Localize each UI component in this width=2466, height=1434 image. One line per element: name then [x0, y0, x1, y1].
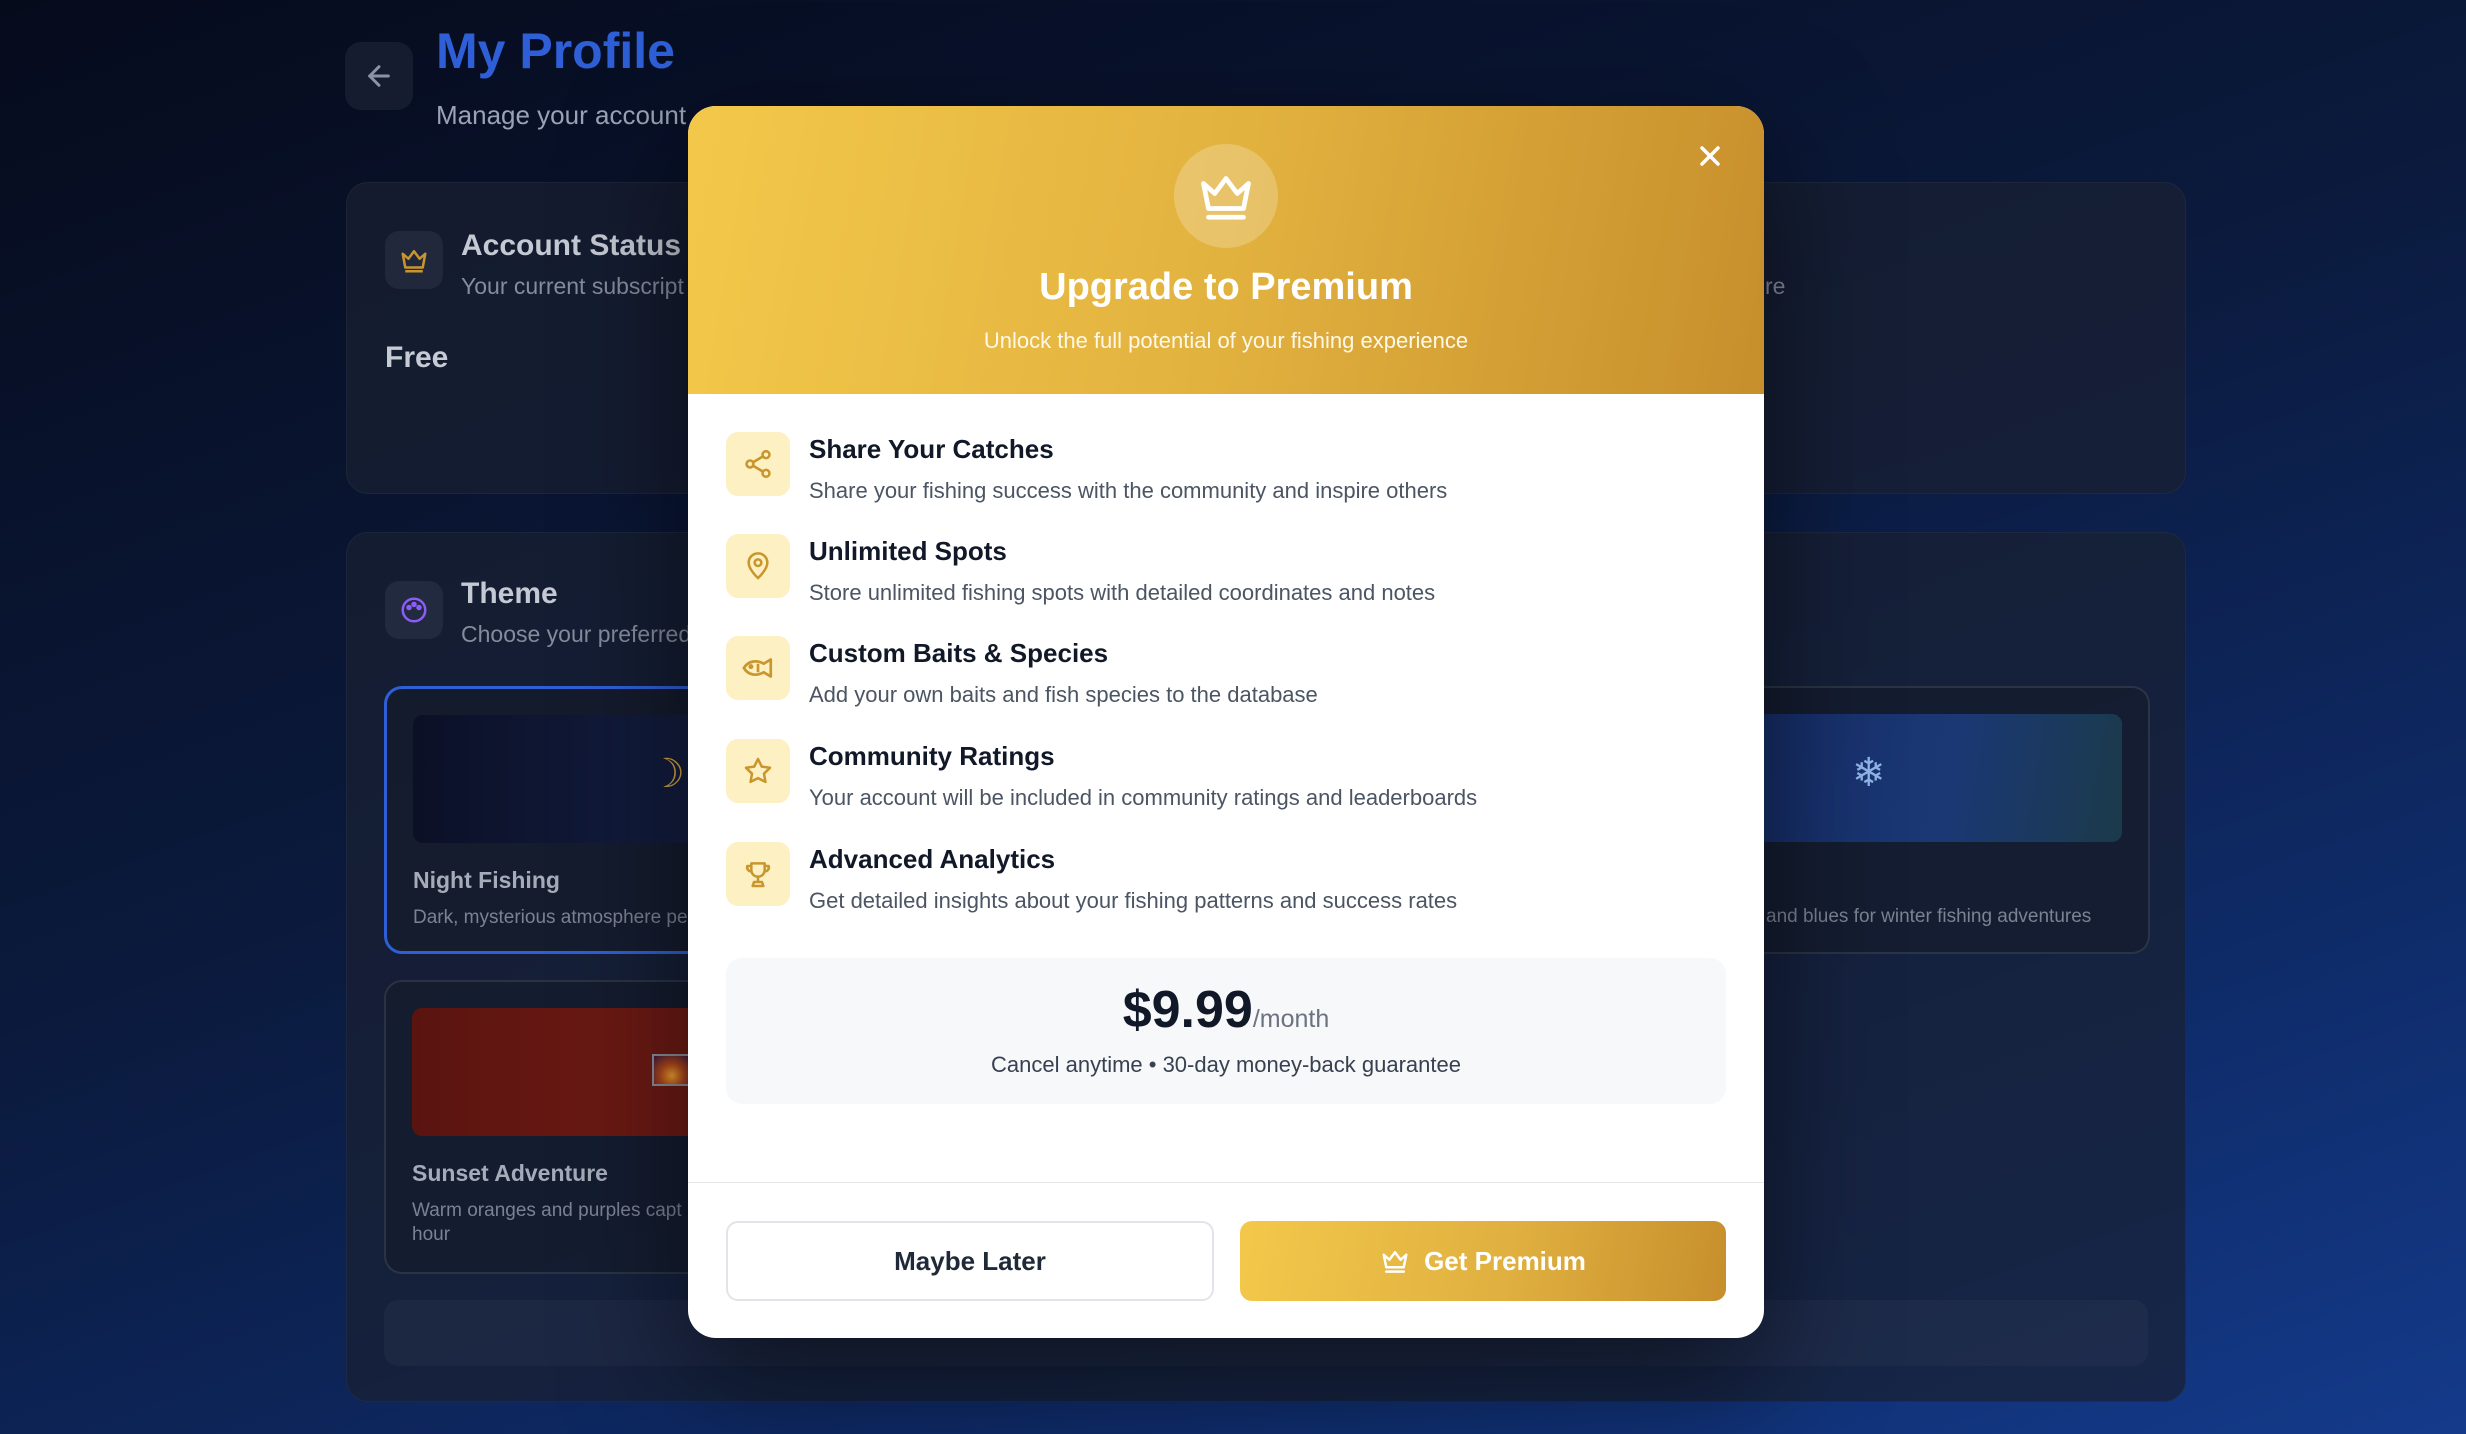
theme-desc-sunset-line2: hour [412, 1224, 451, 1245]
share-icon [745, 449, 771, 479]
page-title: My Profile [436, 23, 675, 79]
crown-badge [1174, 144, 1278, 248]
map-pin-icon [747, 552, 769, 580]
price-note: Cancel anytime • 30-day money-back guara… [991, 1052, 1461, 1077]
feature-icon-box [726, 534, 790, 598]
snowflake-icon: ❄ [1852, 751, 1886, 795]
feature-title: Community Ratings [809, 741, 1055, 771]
star-icon [744, 757, 772, 784]
account-status-title: Account Status [461, 229, 682, 262]
price-period: /month [1252, 1005, 1330, 1033]
page-subtitle: Manage your account [436, 100, 687, 130]
plan-label: Free [385, 341, 449, 374]
feature-desc: Get detailed insights about your fishing… [809, 888, 1458, 913]
crown-icon [1382, 1251, 1408, 1273]
theme-desc-sunset-line1: Warm oranges and purples capt [412, 1200, 682, 1221]
feature-unlimited-spots: Unlimited Spots Store unlimited fishing … [726, 534, 1726, 624]
feature-advanced-analytics: Advanced Analytics Get detailed insights… [726, 842, 1726, 932]
feature-desc: Your account will be included in communi… [809, 785, 1478, 810]
theme-desc-winter: and blues for winter fishing adventures [1766, 906, 2092, 927]
get-premium-label: Get Premium [1424, 1245, 1586, 1276]
theme-name-sunset: Sunset Adventure [412, 1160, 608, 1186]
feature-title: Custom Baits & Species [809, 638, 1109, 668]
feature-icon-box [726, 842, 790, 906]
crown-icon [401, 250, 427, 273]
feature-icon-box [726, 739, 790, 803]
crown-icon [1201, 176, 1251, 220]
feature-icon-box [726, 432, 790, 496]
right-column-subtitle: re [1765, 273, 1786, 299]
feature-icon-box [726, 636, 790, 700]
modal-subtitle: Unlock the full potential of your fishin… [983, 328, 1469, 353]
theme-icon-box [385, 581, 443, 639]
sunset-icon [652, 1054, 692, 1086]
feature-share-catches: Share Your Catches Share your fishing su… [726, 432, 1726, 522]
account-status-subtitle: Your current subscript [461, 273, 684, 299]
price-box: $9.99/month Cancel anytime • 30-day mone… [726, 958, 1726, 1104]
close-icon [1700, 146, 1720, 166]
price-amount: $9.99 [1122, 981, 1253, 1039]
trophy-icon [745, 862, 771, 888]
feature-desc: Add your own baits and fish species to t… [809, 682, 1318, 707]
fish-icon [742, 658, 773, 678]
theme-title: Theme [461, 577, 558, 610]
maybe-later-button[interactable]: Maybe Later [726, 1221, 1214, 1301]
theme-name-night: Night Fishing [413, 867, 560, 893]
feature-desc: Store unlimited fishing spots with detai… [809, 580, 1436, 605]
account-icon-box [385, 231, 443, 289]
footer-divider [688, 1182, 1764, 1183]
theme-subtitle: Choose your preferred [461, 621, 692, 647]
arrow-left-icon [368, 65, 390, 87]
feature-title: Unlimited Spots [809, 536, 1007, 566]
feature-desc: Share your fishing success with the comm… [809, 478, 1448, 503]
modal-header: Upgrade to Premium Unlock the full poten… [688, 106, 1764, 394]
price-line: $9.99/month [726, 980, 1726, 1040]
feature-title: Share Your Catches [809, 434, 1054, 464]
get-premium-button[interactable]: Get Premium [1240, 1221, 1726, 1301]
close-button[interactable] [1686, 132, 1734, 180]
feature-community-ratings: Community Ratings Your account will be i… [726, 739, 1726, 829]
back-button[interactable] [345, 42, 413, 110]
moon-icon: ☽ [649, 752, 685, 796]
feature-title: Advanced Analytics [809, 844, 1056, 874]
theme-desc-night: Dark, mysterious atmosphere pe [413, 907, 688, 928]
palette-icon [401, 597, 427, 623]
feature-custom-baits: Custom Baits & Species Add your own bait… [726, 636, 1726, 726]
upgrade-modal: Upgrade to Premium Unlock the full poten… [688, 106, 1764, 1338]
modal-title: Upgrade to Premium [1039, 266, 1413, 308]
